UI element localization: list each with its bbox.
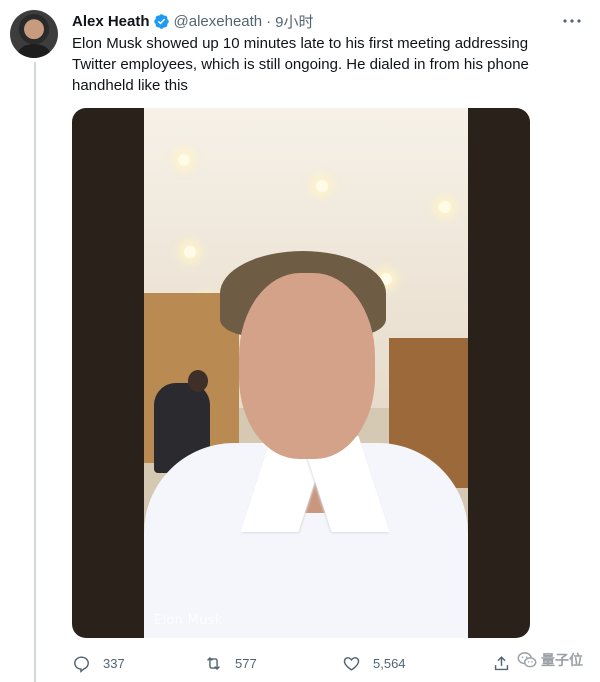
ceiling-light [184,246,196,258]
author-handle[interactable]: @alexeheath [174,13,263,30]
like-icon [343,656,360,671]
ceiling-light [178,154,190,166]
reply-count: 337 [103,655,125,671]
tweet-text: Elon Musk showed up 10 minutes late to h… [72,35,529,94]
reply-icon [74,655,89,673]
watermark-text: 量子位 [541,653,583,669]
like-button[interactable]: 5,564 [342,652,406,674]
verified-badge-icon [153,13,169,29]
avatar[interactable] [10,10,58,58]
timestamp[interactable]: 9小时 [275,11,313,32]
separator-dot: · [266,12,272,30]
watermark: 量子位 [516,649,583,671]
video-caption: Elon Musk [154,613,223,628]
reply-button[interactable]: 337 [72,652,125,674]
author-name[interactable]: Alex Heath [72,13,150,30]
background-person-head [188,370,208,392]
tweet-media-video[interactable]: Elon Musk [72,108,530,638]
more-options-icon[interactable] [560,12,584,30]
wechat-icon [517,652,537,668]
share-icon [494,655,509,670]
video-frame: Elon Musk [144,108,468,638]
thread-line [34,62,36,682]
face [239,273,375,459]
ceiling-light [439,201,451,213]
like-count: 5,564 [373,655,406,671]
retweet-button[interactable]: 577 [204,652,257,674]
retweet-icon [207,656,220,670]
retweet-count: 577 [235,655,257,671]
ceiling-light [316,180,328,192]
tweet-action-bar: 337 577 5,564 量子位 [72,652,592,674]
tweet-header: Alex Heath @alexeheath · 9小时 [72,10,590,32]
avatar-shirt [18,44,50,58]
